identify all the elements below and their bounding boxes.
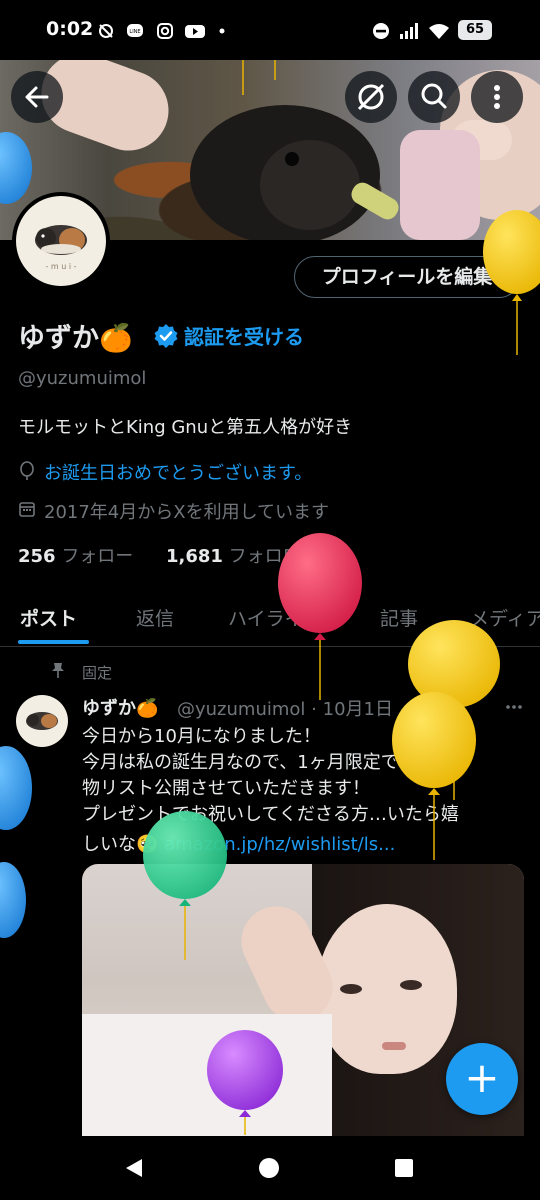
balloon-blue: [0, 132, 32, 204]
balloon-red: [278, 533, 362, 700]
system-nav-bar: [0, 1136, 540, 1200]
balloon-yellow: [392, 692, 476, 860]
balloon-yellow: [483, 210, 540, 355]
balloon-blue: [0, 746, 32, 830]
compose-button[interactable]: +: [446, 1043, 518, 1115]
balloon-purple: [207, 1030, 283, 1135]
nav-recents-icon[interactable]: [393, 1157, 415, 1179]
nav-home-icon[interactable]: [257, 1156, 281, 1180]
balloon-green: [143, 811, 227, 960]
nav-back-icon[interactable]: [122, 1156, 146, 1180]
birthday-balloons: [0, 60, 540, 1135]
balloon-blue: [0, 862, 26, 938]
